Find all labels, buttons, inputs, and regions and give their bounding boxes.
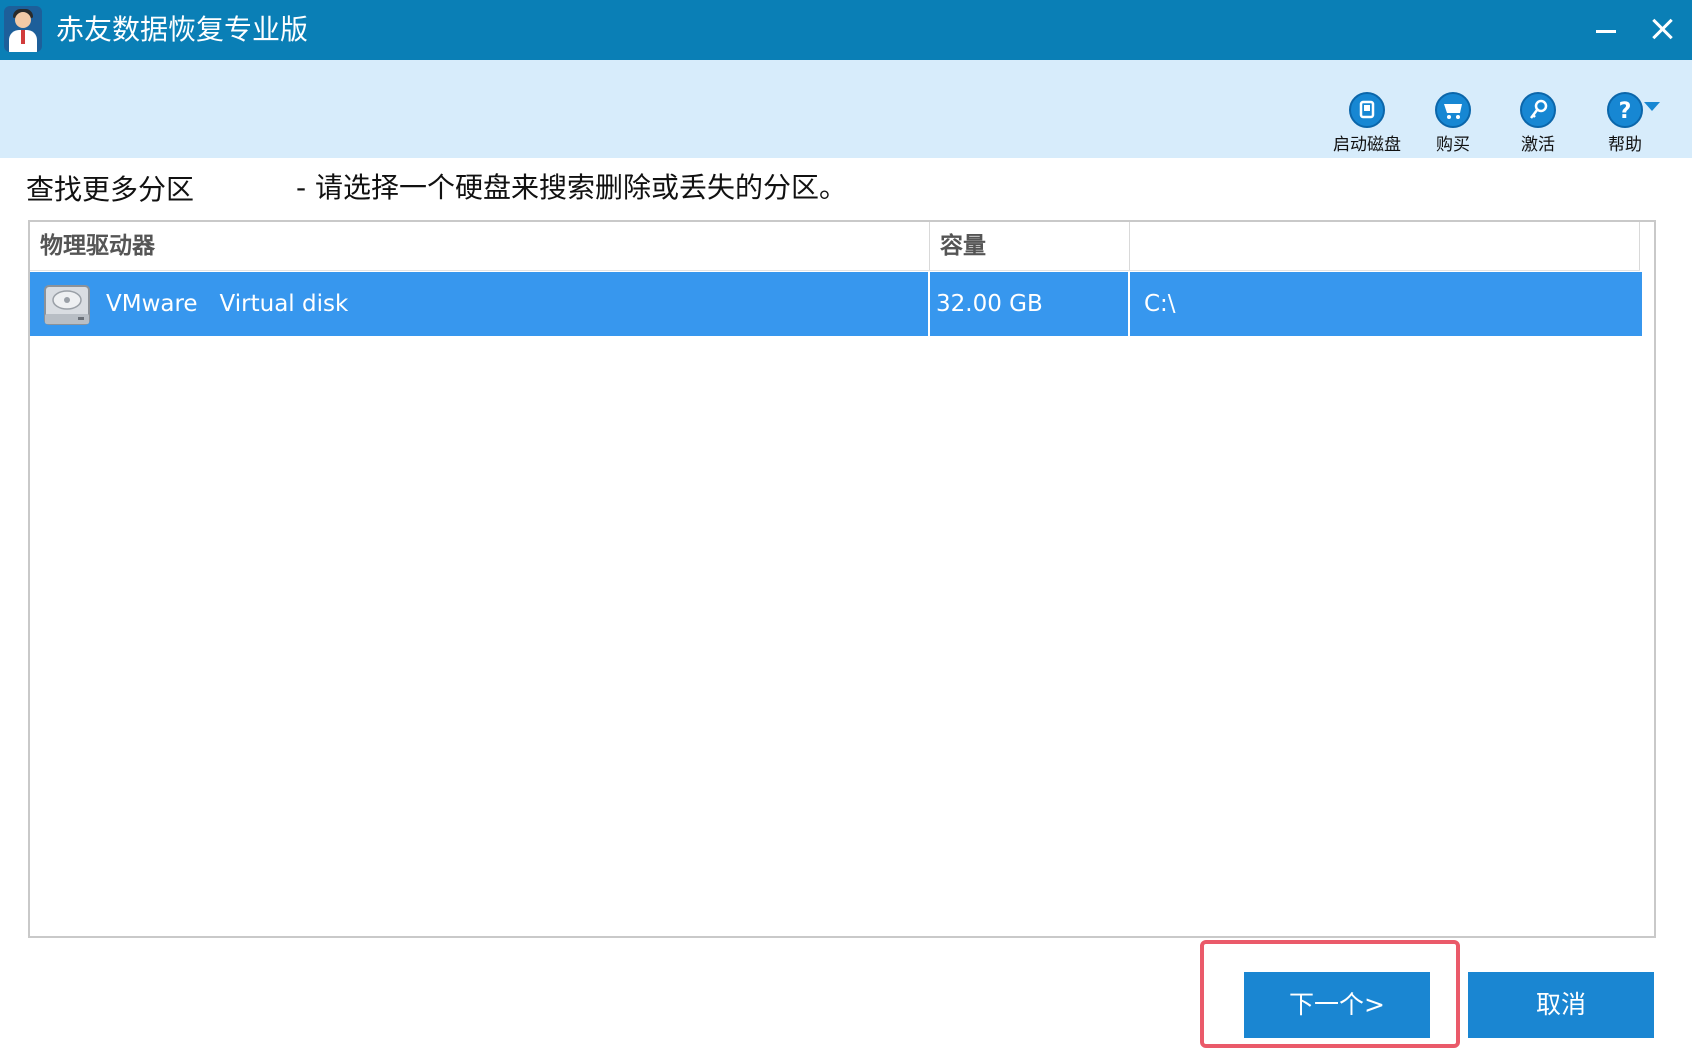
cancel-button[interactable]: 取消 — [1468, 972, 1654, 1038]
help-icon: ? — [1607, 92, 1643, 128]
column-header-drive[interactable]: 物理驱动器 — [30, 222, 930, 270]
page-title: 查找更多分区 — [26, 173, 195, 206]
key-icon — [1520, 92, 1556, 128]
help-label: 帮助 — [1608, 135, 1642, 155]
boot-disk-button[interactable]: 启动磁盘 — [1322, 92, 1412, 155]
cart-icon — [1435, 92, 1471, 128]
help-button[interactable]: ? 帮助 — [1580, 92, 1670, 155]
next-button[interactable]: 下一个> — [1244, 972, 1430, 1038]
capacity-cell: 32.00 GB — [930, 272, 1130, 336]
hard-disk-icon — [42, 280, 92, 330]
minimize-button[interactable] — [1582, 8, 1626, 52]
drive-table: 物理驱动器 容量 VMware Virtual disk 32.00 GB C:… — [28, 220, 1656, 938]
boot-disk-label: 启动磁盘 — [1333, 135, 1401, 155]
buy-label: 购买 — [1436, 135, 1470, 155]
column-header-partition[interactable] — [1130, 222, 1640, 270]
table-row[interactable]: VMware Virtual disk 32.00 GB C:\ — [30, 272, 1642, 336]
app-logo-icon — [4, 6, 42, 52]
table-header: 物理驱动器 容量 — [30, 222, 1640, 271]
activate-label: 激活 — [1521, 135, 1555, 155]
boot-disk-icon — [1349, 92, 1385, 128]
column-header-capacity[interactable]: 容量 — [930, 222, 1130, 270]
page-instruction: - 请选择一个硬盘来搜索删除或丢失的分区。 — [296, 171, 848, 204]
close-button[interactable] — [1640, 8, 1684, 52]
buy-button[interactable]: 购买 — [1408, 92, 1498, 155]
window-title: 赤友数据恢复专业版 — [56, 13, 309, 46]
activate-button[interactable]: 激活 — [1493, 92, 1583, 155]
toolbar: 启动磁盘 购买 激活 ? 帮助 — [0, 60, 1692, 158]
partition-cell: C:\ — [1144, 291, 1176, 317]
drive-cell: VMware Virtual disk — [30, 272, 930, 336]
drive-name: VMware Virtual disk — [106, 291, 349, 317]
title-bar: 赤友数据恢复专业版 — [0, 0, 1692, 60]
chevron-down-icon[interactable] — [1644, 102, 1660, 111]
svg-text:?: ? — [1619, 99, 1632, 124]
